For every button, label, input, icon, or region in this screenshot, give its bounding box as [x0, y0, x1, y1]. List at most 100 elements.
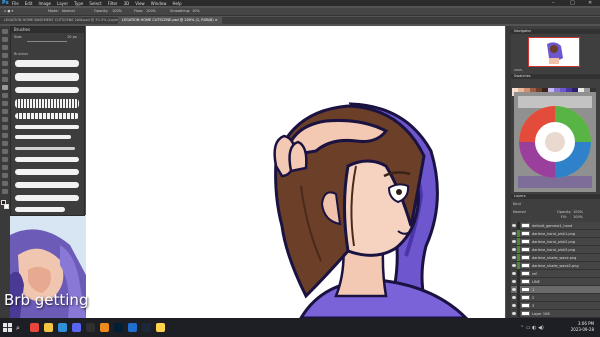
hand-tool-icon[interactable]	[2, 173, 8, 178]
smoothing-field[interactable]: 10%	[192, 9, 200, 13]
visibility-eye-icon[interactable]	[512, 256, 516, 259]
brush-preset-12[interactable]	[15, 195, 79, 201]
layer-row[interactable]: darlene_shade_wave.png	[511, 254, 600, 262]
opacity-field[interactable]: 100%	[112, 9, 122, 13]
layer-row[interactable]: darlene_shade_wave2.png	[511, 262, 600, 270]
brush-preset-6[interactable]	[15, 125, 79, 129]
brush-preset-7[interactable]	[15, 135, 71, 139]
layer-row[interactable]: Layer 106	[511, 310, 600, 318]
zoom-tool-icon[interactable]	[2, 181, 8, 186]
maximize-button[interactable]: □	[570, 0, 575, 6]
visibility-eye-icon[interactable]	[512, 304, 516, 307]
pen-tool-icon[interactable]	[2, 141, 8, 146]
visibility-eye-icon[interactable]	[512, 240, 516, 243]
menu-filter[interactable]: Filter	[108, 1, 118, 6]
shape-tool-icon[interactable]	[2, 165, 8, 170]
steam-app-icon[interactable]	[142, 323, 151, 332]
history-brush-tool-icon[interactable]	[2, 101, 8, 106]
healing-tool-icon[interactable]	[2, 77, 8, 82]
foreground-color-swatch[interactable]	[1, 200, 6, 205]
edge-app-icon[interactable]	[58, 323, 67, 332]
brush-preset-10[interactable]	[15, 169, 79, 175]
layer-row[interactable]: 3	[511, 302, 600, 310]
explorer-app-icon[interactable]	[44, 323, 53, 332]
visibility-eye-icon[interactable]	[512, 280, 516, 283]
discord-app-icon[interactable]	[72, 323, 81, 332]
brush-preset-1[interactable]	[15, 60, 79, 67]
visibility-eye-icon[interactable]	[512, 248, 516, 251]
path-select-tool-icon[interactable]	[2, 157, 8, 162]
mode-select[interactable]: Normal	[62, 9, 75, 13]
vlc-app-icon[interactable]	[100, 323, 109, 332]
brush-preset-8[interactable]	[15, 147, 75, 150]
visibility-eye-icon[interactable]	[512, 288, 516, 291]
layer-row[interactable]: 2	[511, 294, 600, 302]
layer-row[interactable]: ref	[511, 270, 600, 278]
menu-view[interactable]: View	[135, 1, 145, 6]
layer-row[interactable]: 1	[511, 286, 600, 294]
flow-field[interactable]: 100%	[146, 9, 156, 13]
visibility-eye-icon[interactable]	[512, 232, 516, 235]
clock[interactable]: 3:06 PM 2023-09-28	[571, 321, 594, 333]
more-tools-icon[interactable]	[2, 189, 8, 194]
minimize-button[interactable]: –	[552, 0, 555, 6]
blur-tool-icon[interactable]	[2, 125, 8, 130]
visibility-eye-icon[interactable]	[512, 296, 516, 299]
menu-3d[interactable]: 3D	[124, 1, 130, 6]
windows-start-icon[interactable]	[3, 323, 12, 332]
visibility-eye-icon[interactable]	[512, 312, 516, 315]
tab-home-cutscene[interactable]: LEGATION HOME CUTSCENE.psd @ 200% (1, RG…	[118, 17, 222, 24]
menu-window[interactable]: Window	[151, 1, 167, 6]
layer-row[interactable]: darlene_hand_pink2.png	[511, 238, 600, 246]
visibility-eye-icon[interactable]	[512, 272, 516, 275]
layer-filter-kind[interactable]: Kind	[513, 202, 521, 206]
search-icon[interactable]: ⌕	[16, 324, 20, 333]
menu-image[interactable]: Image	[38, 1, 51, 6]
quick-select-tool-icon[interactable]	[2, 53, 8, 58]
layer-fill-field[interactable]: 100%	[573, 215, 583, 219]
gradient-tool-icon[interactable]	[2, 117, 8, 122]
navigator-zoom[interactable]: 200%	[511, 68, 600, 73]
layer-row[interactable]: darlene_hand_pink3.png	[511, 246, 600, 254]
clone-stamp-tool-icon[interactable]	[2, 93, 8, 98]
layer-blend-mode[interactable]: Normal	[513, 210, 526, 214]
layer-opacity-field[interactable]: 100%	[573, 210, 583, 214]
brush-preset-9[interactable]	[15, 157, 79, 162]
layer-row[interactable]: darlene_hand_pink1.png	[511, 230, 600, 238]
brush-preset-4[interactable]	[15, 99, 79, 108]
brush-preset-2[interactable]	[15, 73, 79, 81]
layer-row[interactable]: LINE	[511, 278, 600, 286]
menu-file[interactable]: File	[12, 1, 19, 6]
crop-tool-icon[interactable]	[2, 61, 8, 66]
menu-edit[interactable]: Edit	[25, 1, 33, 6]
brush-preset-5[interactable]	[15, 113, 79, 119]
menu-help[interactable]: Help	[172, 1, 181, 6]
navigator-thumbnail[interactable]	[528, 37, 580, 67]
brush-size-value[interactable]: 10 px	[67, 35, 77, 39]
mail-app-icon[interactable]	[128, 323, 137, 332]
color-wheel-panel[interactable]	[514, 92, 596, 192]
brush-preset-11[interactable]	[15, 182, 79, 188]
close-button[interactable]: ✕	[588, 0, 592, 6]
dodge-tool-icon[interactable]	[2, 133, 8, 138]
menu-layer[interactable]: Layer	[57, 1, 68, 6]
type-tool-icon[interactable]	[2, 149, 8, 154]
photoshop-app-icon[interactable]	[114, 323, 123, 332]
notes-app-icon[interactable]	[156, 323, 165, 332]
menu-type[interactable]: Type	[74, 1, 83, 6]
brush-tool-icon[interactable]	[2, 85, 8, 90]
chrome-app-icon[interactable]	[30, 323, 39, 332]
obs-app-icon[interactable]	[86, 323, 95, 332]
marquee-tool-icon[interactable]	[2, 37, 8, 42]
visibility-eye-icon[interactable]	[512, 224, 516, 227]
move-tool-icon[interactable]	[2, 29, 8, 34]
lasso-tool-icon[interactable]	[2, 45, 8, 50]
swatch-row[interactable]	[512, 81, 598, 96]
eraser-tool-icon[interactable]	[2, 109, 8, 114]
system-tray-icons[interactable]: ⌃ ▭ ◐ ◀)	[520, 325, 544, 331]
brush-preset-icon[interactable]: ⌂ ● ▾	[4, 9, 13, 13]
brush-size-slider[interactable]	[27, 41, 67, 42]
visibility-eye-icon[interactable]	[512, 264, 516, 267]
brush-preset-13[interactable]	[15, 207, 65, 212]
layer-row[interactable]: default_gamma1_hand	[511, 222, 600, 230]
